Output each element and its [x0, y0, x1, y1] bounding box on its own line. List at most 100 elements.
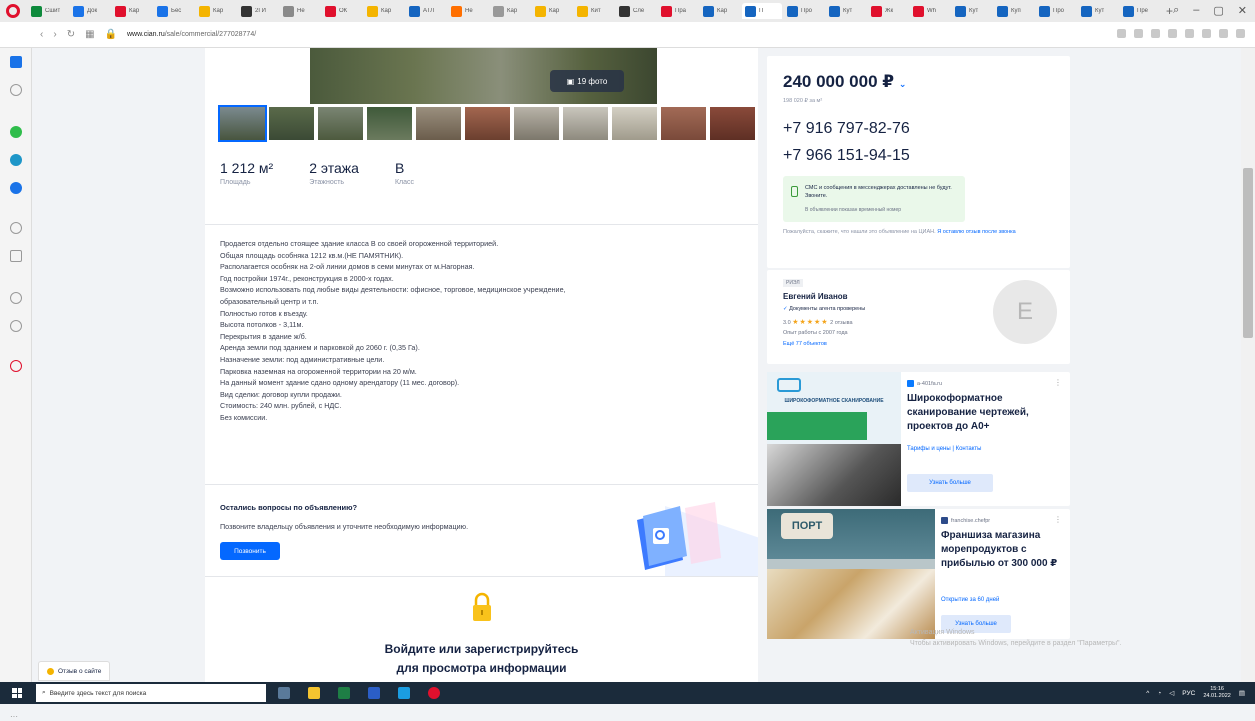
new-tab-plus-icon[interactable]: + [1166, 4, 1173, 18]
avatar[interactable]: E [993, 280, 1057, 344]
network-icon[interactable]: ◔ [1157, 690, 1161, 697]
close-window-button[interactable]: ✕ [1238, 4, 1247, 17]
browser-tab[interactable]: Кут [952, 3, 992, 19]
phone-number[interactable]: +7 916 797-82-76 [783, 120, 910, 138]
ad-links[interactable]: Тарифы и цены | Контакты [907, 446, 982, 452]
tray-arrow-icon[interactable]: ^ [1146, 690, 1149, 697]
clock[interactable]: 15:16 24.01.2022 [1203, 686, 1231, 700]
browser-tab[interactable]: Сле [616, 3, 656, 19]
vpn-sidebar-icon[interactable] [10, 222, 22, 234]
snapshot-icon[interactable] [1134, 29, 1143, 38]
phone-number[interactable]: +7 966 151-94-15 [783, 147, 910, 165]
pin-sidebar-icon[interactable] [10, 360, 22, 372]
ad-banner[interactable]: ШИРОКОФОРМАТНОЕ СКАНИРОВАНИЕ a-401fa.ru … [767, 372, 1070, 506]
language-indicator[interactable]: РУС [1182, 690, 1195, 697]
volume-icon[interactable]: ◁ [1169, 689, 1174, 697]
price-chevron-icon[interactable]: ⌄ [899, 79, 907, 89]
opera-taskbar-icon[interactable] [428, 687, 440, 699]
browser-tab[interactable]: Сшит [28, 3, 68, 19]
browser-tab[interactable]: Док [70, 3, 110, 19]
photo-thumbnail[interactable] [514, 107, 559, 140]
browser-tab[interactable]: Не [280, 3, 320, 19]
photo-thumbnail[interactable] [367, 107, 412, 140]
photo-thumbnail[interactable] [269, 107, 314, 140]
photo-thumbnail[interactable] [416, 107, 461, 140]
browser-tab[interactable]: Кар [196, 3, 236, 19]
browser-tab[interactable]: Кар [700, 3, 740, 19]
player-icon[interactable] [1168, 29, 1177, 38]
browser-tab[interactable]: Кит [574, 3, 614, 19]
photo-thumbnail[interactable] [465, 107, 510, 140]
browser-tab[interactable]: Кар [490, 3, 530, 19]
photo-thumbnail[interactable] [612, 107, 657, 140]
browser-tab[interactable]: Кар [532, 3, 572, 19]
player-sidebar-icon[interactable] [10, 250, 22, 262]
main-photo[interactable]: ▣ 19 фото [310, 48, 657, 104]
search-tabs-icon[interactable]: ⌕ [1173, 4, 1179, 17]
maximize-button[interactable]: ▢ [1213, 4, 1223, 17]
heart-sidebar-icon[interactable] [10, 292, 22, 304]
ad-menu-icon[interactable]: ⋮ [1054, 515, 1062, 524]
sidebar-more-icon[interactable]: ··· [10, 712, 18, 721]
ad-links[interactable]: Открытие за 60 дней [941, 597, 999, 603]
browser-tab[interactable]: Про [1036, 3, 1076, 19]
word-icon[interactable] [368, 687, 380, 699]
windows-start-icon[interactable] [12, 688, 22, 698]
forward-arrow-icon[interactable]: › [53, 29, 56, 40]
photo-thumbnail[interactable] [218, 105, 267, 142]
login-text[interactable]: Войдите или зарегистрируйтесь для просмо… [205, 640, 758, 678]
photo-count-badge[interactable]: ▣ 19 фото [550, 70, 624, 92]
back-arrow-icon[interactable]: ‹ [40, 29, 43, 40]
ad-title[interactable]: Широкоформатное сканирование чертежей, п… [907, 392, 1063, 434]
browser-tab[interactable]: Wh [910, 3, 950, 19]
feedback-button[interactable]: Отзыв о сайте [38, 661, 111, 681]
menu-icon[interactable] [1151, 29, 1160, 38]
browser-tab[interactable]: П [742, 3, 782, 19]
scrollbar-thumb[interactable] [1243, 168, 1253, 338]
download-icon[interactable] [1219, 29, 1228, 38]
heart-icon[interactable] [1185, 29, 1194, 38]
extensions-icon[interactable] [1117, 29, 1126, 38]
opera-logo-icon[interactable] [6, 4, 20, 18]
browser-tab[interactable]: Кут [826, 3, 866, 19]
speed-dial-icon[interactable]: ▦ [85, 29, 94, 40]
excel-icon[interactable] [338, 687, 350, 699]
easy-setup-icon[interactable] [1236, 29, 1245, 38]
agent-name[interactable]: Евгений Иванов [783, 292, 848, 301]
photo-thumbnail[interactable] [563, 107, 608, 140]
whatsapp-sidebar-icon[interactable] [10, 126, 22, 138]
browser-tab[interactable]: Бес [154, 3, 194, 19]
history-sidebar-icon[interactable] [10, 320, 22, 332]
browser-tab[interactable]: АТЛ [406, 3, 446, 19]
task-view-icon[interactable] [278, 687, 290, 699]
home-sidebar-icon[interactable] [10, 84, 22, 96]
browser-tab[interactable]: ОК [322, 3, 362, 19]
photo-thumbnail[interactable] [318, 107, 363, 140]
photo-thumbnail[interactable] [661, 107, 706, 140]
notifications-icon[interactable]: ▤ [1239, 689, 1245, 697]
minimize-button[interactable]: – [1193, 4, 1199, 17]
ad-image[interactable]: ПОРТ [767, 509, 935, 639]
telegram-sidebar-icon[interactable] [10, 154, 22, 166]
browser-tab[interactable]: Кут [1078, 3, 1118, 19]
browser-tab[interactable]: Не [448, 3, 488, 19]
ad-menu-icon[interactable]: ⋮ [1054, 378, 1062, 387]
agent-objects-link[interactable]: Ещё 77 объектов [783, 341, 827, 347]
ad-button[interactable]: Узнать больше [907, 474, 993, 492]
scrollbar[interactable] [1241, 48, 1255, 682]
ad-banner[interactable]: ПОРТ franchise.chefpr ⋮ Франшиза магазин… [767, 509, 1070, 639]
browser-tab[interactable]: Пра [658, 3, 698, 19]
call-button[interactable]: Позвонить [220, 542, 280, 560]
speed-dial-sidebar-icon[interactable] [10, 56, 22, 68]
messenger-sidebar-icon[interactable] [10, 182, 22, 194]
ad-image[interactable]: ШИРОКОФОРМАТНОЕ СКАНИРОВАНИЕ [767, 372, 901, 506]
review-link[interactable]: Я оставлю отзыв после звонка [937, 229, 1016, 235]
taskbar-search-input[interactable]: ⌕ Введите здесь текст для поиска [36, 684, 266, 702]
account-icon[interactable] [1202, 29, 1211, 38]
edge-icon[interactable] [398, 687, 410, 699]
url-field[interactable]: www.cian.ru/sale/commercial/277028774/ [127, 31, 256, 38]
ad-title[interactable]: Франшиза магазина морепродуктов с прибыл… [941, 529, 1066, 571]
browser-tab[interactable]: Пре [1120, 3, 1160, 19]
browser-tab[interactable]: Кар [112, 3, 152, 19]
reload-icon[interactable]: ↻ [67, 29, 75, 40]
